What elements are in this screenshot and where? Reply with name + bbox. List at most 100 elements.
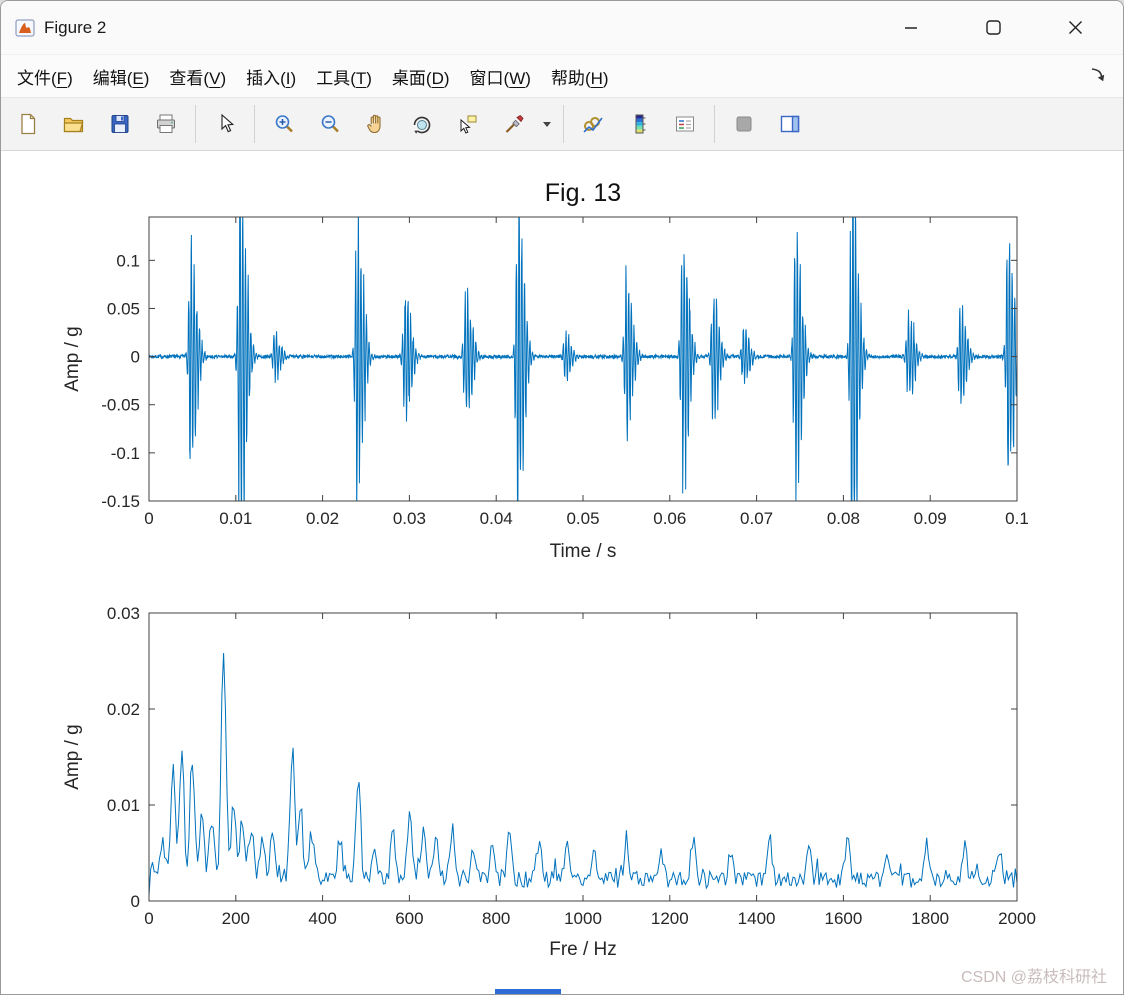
maximize-button[interactable]: [965, 1, 1021, 54]
menu-bar: 文件(F) 编辑(E) 查看(V) 插入(I) 工具(T) 桌面(D) 窗口(W) 帮助(H): [1, 55, 1123, 97]
y-tick-label: 0.02: [107, 700, 140, 719]
x-tick-label: 200: [222, 909, 250, 928]
menu-item-desktop[interactable]: 桌面(D): [382, 58, 460, 95]
freq-chart-ylabel: Amp / g: [62, 724, 83, 790]
rotate-3d-button[interactable]: [400, 102, 444, 146]
x-tick-label: 800: [482, 909, 510, 928]
x-tick-label: 0.08: [827, 509, 860, 528]
menu-item-window[interactable]: 窗口(W): [460, 58, 541, 95]
toolbar-separator: [254, 105, 255, 143]
window-controls: [883, 1, 1123, 54]
x-tick-label: 400: [308, 909, 336, 928]
y-tick-label: -0.15: [101, 492, 140, 511]
y-tick-label: 0.1: [116, 251, 140, 270]
zoom-out-button[interactable]: [308, 102, 352, 146]
pointer-arrow-icon: [221, 113, 235, 133]
save-floppy-icon: [111, 115, 129, 133]
minimize-icon: [905, 26, 917, 29]
axes-box: [148, 216, 1018, 502]
axes-box: [148, 612, 1018, 902]
zoom-in-button[interactable]: [262, 102, 306, 146]
chevron-down-icon: [543, 122, 551, 127]
open-file-button[interactable]: [52, 102, 96, 146]
data-cursor-icon: [460, 115, 477, 134]
window-title: Figure 2: [44, 17, 107, 37]
brush-data-button[interactable]: [492, 102, 536, 146]
menu-item-label: 工具: [316, 68, 351, 88]
y-tick-label: -0.05: [101, 396, 140, 415]
x-tick-label: 0: [144, 509, 153, 528]
pan-button[interactable]: [354, 102, 398, 146]
menu-item-help[interactable]: 帮助(H): [541, 58, 619, 95]
figure-window: Figure 2 文件(F) 编辑(E) 查看(V) 插入(I) 工具(T) 桌面(D) 窗…: [0, 0, 1124, 995]
time-waveform-line: [149, 217, 1017, 501]
x-tick-label: 1400: [738, 909, 776, 928]
menu-item-mnemonic: I: [285, 68, 291, 88]
time-chart-xlabel: Time / s: [549, 541, 617, 562]
menu-item-insert[interactable]: 插入(I): [236, 58, 306, 95]
menu-item-edit[interactable]: 编辑(E): [83, 58, 160, 95]
dock-figure-button[interactable]: [1087, 64, 1109, 89]
close-icon: [1068, 21, 1082, 34]
menu-item-label: 插入: [246, 68, 281, 88]
hide-plot-tools-button[interactable]: [722, 102, 766, 146]
figure-canvas: 0 0.01 0.02 0.03 0.04 0.05 0.06 0.07 0.08 0.09 0.1…: [1, 151, 1123, 994]
zoom-in-icon: [275, 115, 293, 133]
new-figure-icon: [21, 113, 36, 135]
menu-items: 文件(F) 编辑(E) 查看(V) 插入(I) 工具(T) 桌面(D) 窗口(W) 帮助(H): [7, 58, 619, 95]
y-tick-label: 0.01: [107, 796, 140, 815]
show-plot-tools-dock-button[interactable]: [768, 102, 812, 146]
y-tick-label: 0.05: [107, 299, 140, 318]
brush-dropdown-button[interactable]: [538, 102, 556, 146]
close-button[interactable]: [1047, 1, 1103, 54]
show-plot-tools-icon: [780, 115, 800, 133]
edit-plot-button[interactable]: [203, 102, 247, 146]
menu-item-label: 编辑: [92, 68, 127, 88]
menu-item-label: 查看: [169, 68, 204, 88]
toolbar: [1, 97, 1123, 151]
time-chart-ylabel: Amp / g: [62, 326, 83, 392]
hide-plot-tools-icon: [736, 116, 752, 132]
insert-colorbar-button[interactable]: [617, 102, 661, 146]
x-tick-label: 1600: [824, 909, 862, 928]
zoom-out-icon: [321, 115, 339, 133]
menu-item-mnemonic: H: [590, 68, 603, 88]
menu-item-mnemonic: W: [509, 68, 526, 88]
pan-hand-icon: [367, 114, 381, 134]
link-plot-button[interactable]: [571, 102, 615, 146]
x-tick-label: 0.06: [653, 509, 686, 528]
chart-title: Fig. 13: [544, 179, 622, 207]
menu-item-label: 帮助: [550, 68, 585, 88]
x-tick-label: 0.07: [740, 509, 773, 528]
colorbar-icon: [635, 114, 646, 134]
menu-item-file[interactable]: 文件(F): [7, 58, 83, 95]
x-tick-label: 0: [144, 909, 153, 928]
menu-item-mnemonic: T: [355, 68, 367, 88]
new-figure-button[interactable]: [6, 102, 50, 146]
x-tick-label: 1800: [911, 909, 949, 928]
x-tick-label: 0.03: [393, 509, 426, 528]
link-plot-icon: [583, 117, 603, 133]
print-figure-button[interactable]: [144, 102, 188, 146]
matlab-figure-icon: [15, 18, 35, 38]
menu-item-label: 文件: [17, 68, 51, 88]
x-tick-label: 600: [395, 909, 423, 928]
y-tick-label: 0.03: [107, 604, 140, 623]
title-bar[interactable]: Figure 2: [1, 1, 1123, 55]
printer-icon: [157, 114, 175, 133]
menu-item-mnemonic: D: [431, 68, 444, 88]
x-tick-label: 1200: [651, 909, 689, 928]
menu-item-tools[interactable]: 工具(T): [306, 58, 382, 95]
freq-chart-xlabel: Fre / Hz: [549, 939, 617, 960]
x-tick-label: 1000: [564, 909, 602, 928]
menu-item-view[interactable]: 查看(V): [159, 58, 236, 95]
dock-figure-icon: [1091, 67, 1105, 81]
toolbar-separator: [563, 105, 564, 143]
save-figure-button[interactable]: [98, 102, 142, 146]
csdn-watermark: CSDN @荔枝科研社: [960, 969, 1107, 986]
insert-legend-button[interactable]: [663, 102, 707, 146]
data-cursor-button[interactable]: [446, 102, 490, 146]
minimize-button[interactable]: [883, 1, 939, 54]
x-tick-label: 0.01: [219, 509, 252, 528]
x-tick-label: 0.04: [480, 509, 513, 528]
